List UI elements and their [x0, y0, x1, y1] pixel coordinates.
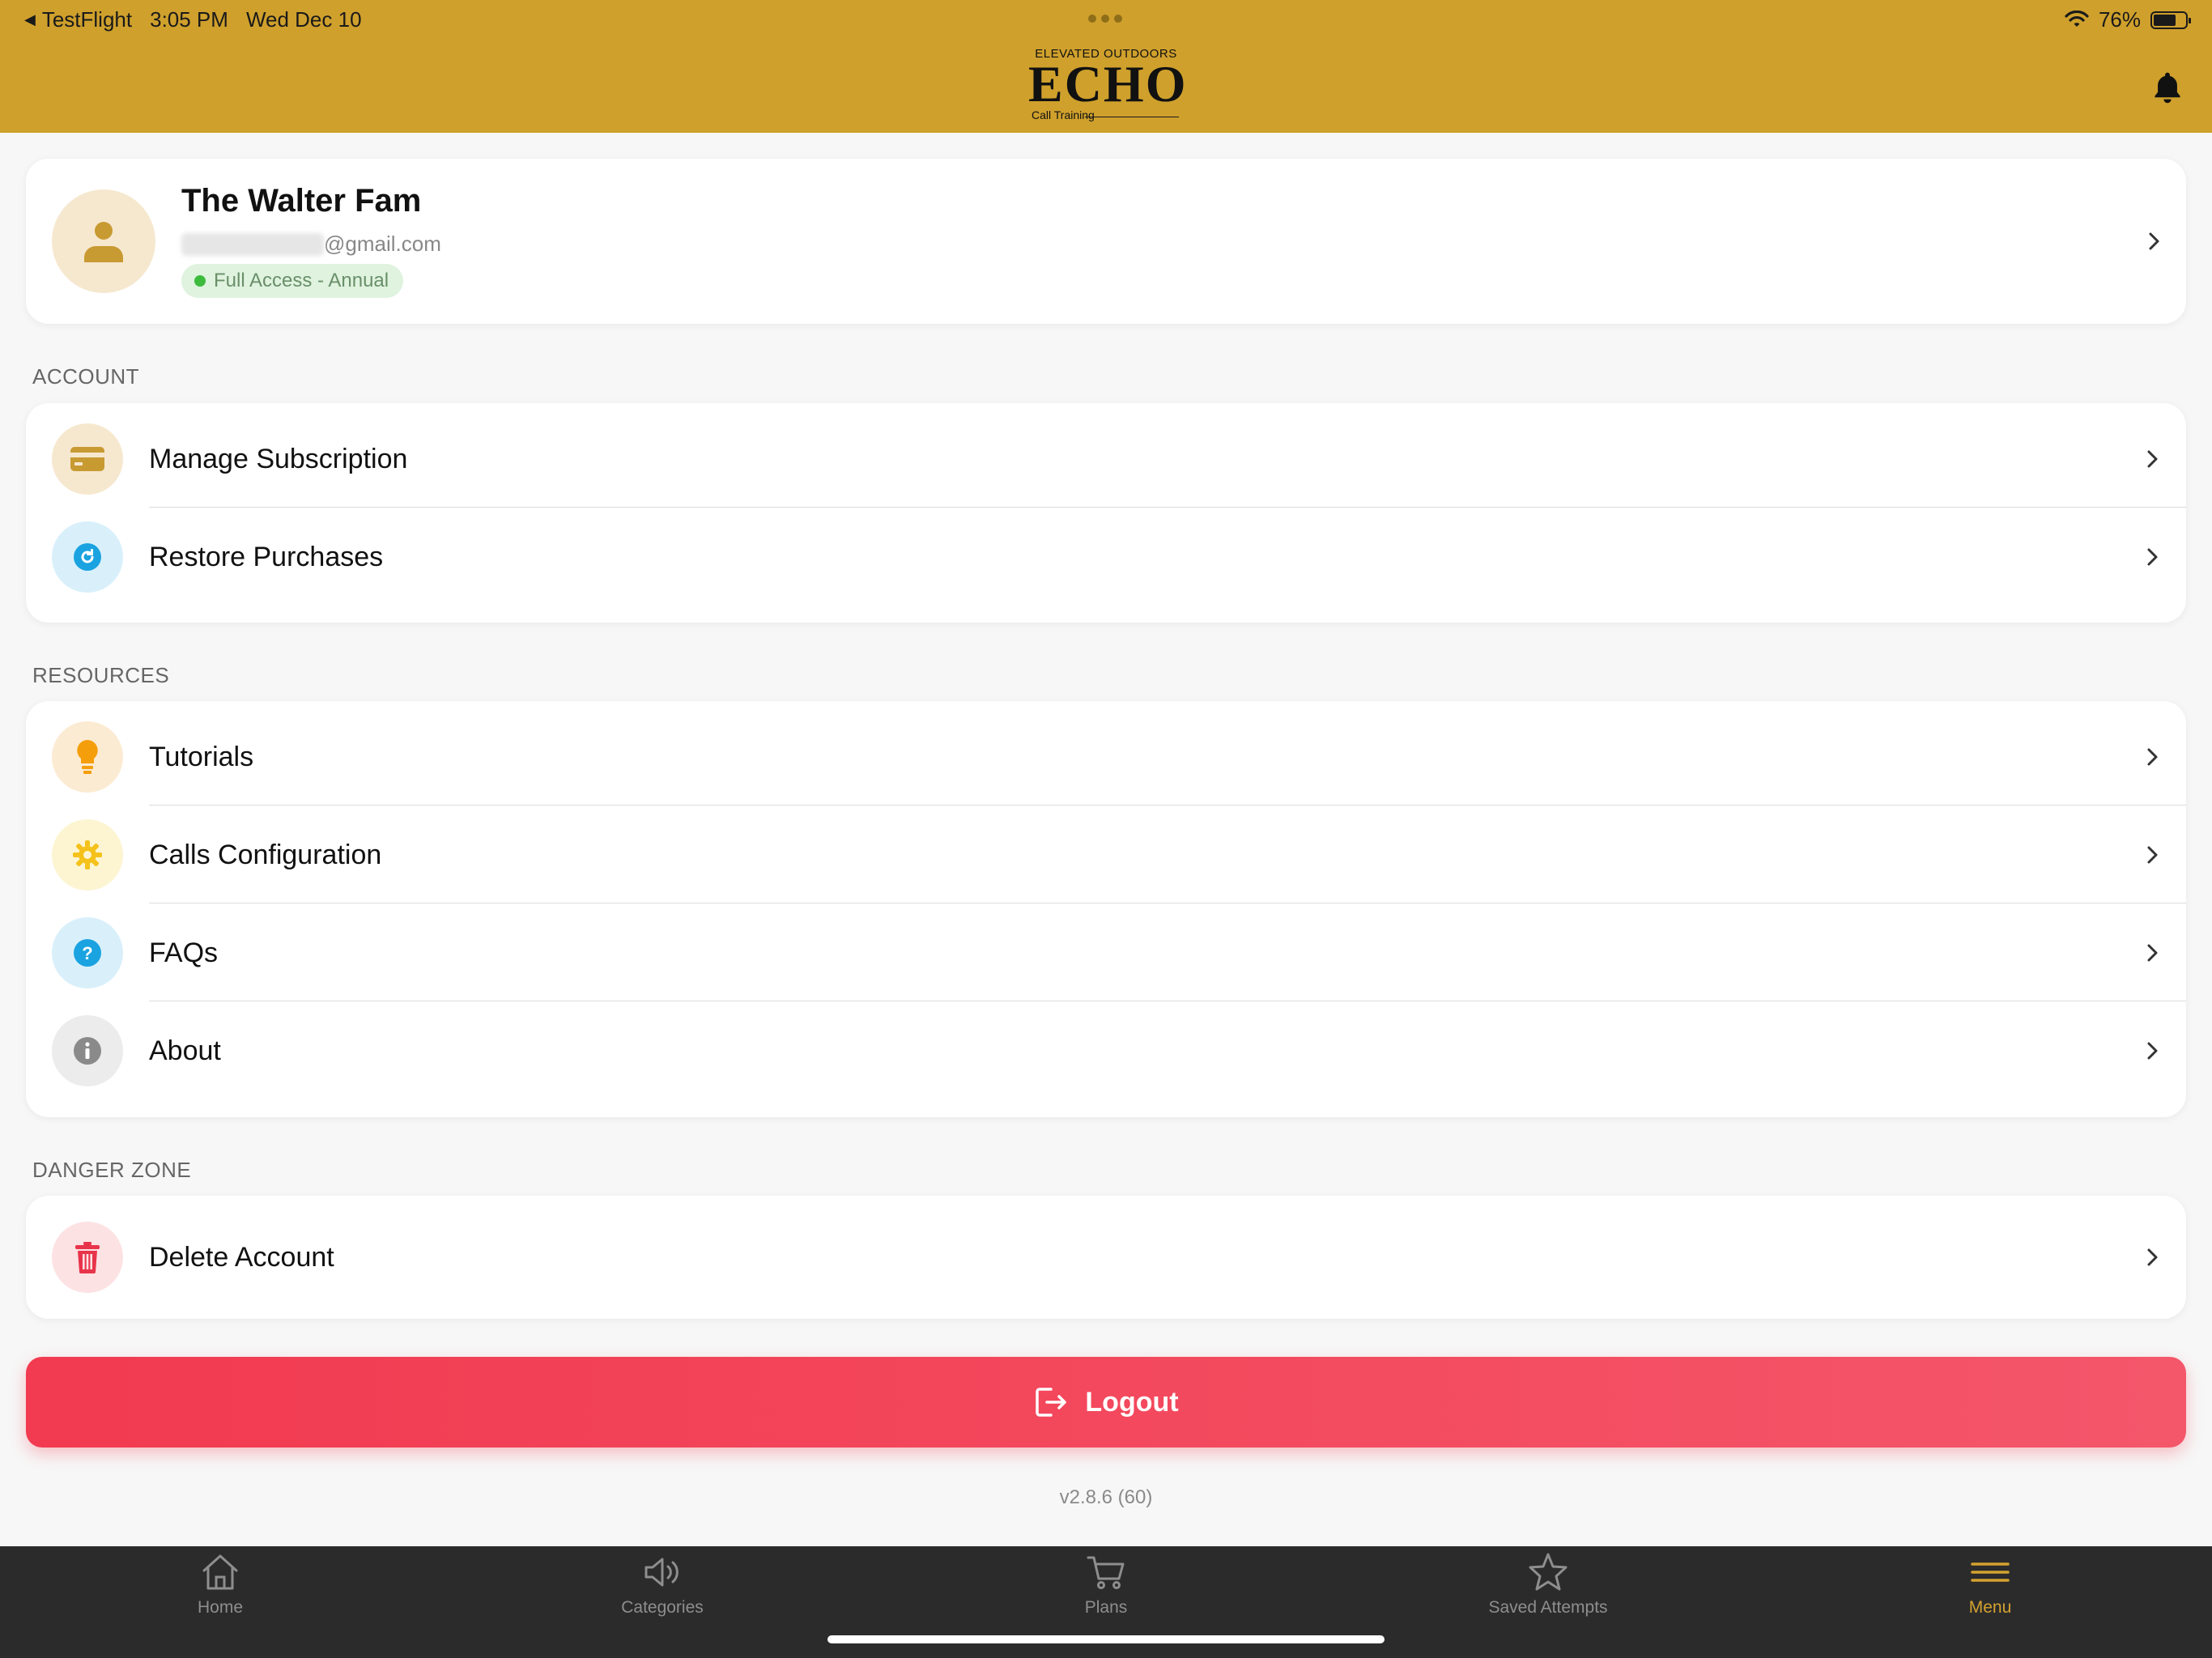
star-icon [1529, 1553, 1568, 1591]
status-bar: ◀ TestFlight 3:05 PM Wed Dec 10 76% [0, 0, 2212, 39]
menu-item-delete-account[interactable]: Delete Account [26, 1208, 2186, 1306]
multitasking-dots-icon[interactable] [1088, 15, 1122, 23]
tab-label: Home [197, 1598, 244, 1617]
avatar [52, 189, 155, 293]
status-time: 3:05 PM [150, 7, 228, 32]
menu-item-restore-purchases[interactable]: Restore Purchases [26, 508, 2186, 606]
back-app-label[interactable]: TestFlight [42, 7, 132, 32]
logo-main-text: ECHO [1028, 55, 1188, 113]
menu-item-label: Delete Account [149, 1242, 334, 1273]
redacted-email-local [181, 232, 324, 256]
chevron-right-icon [2147, 748, 2158, 766]
logout-icon [1036, 1388, 1067, 1417]
tab-saved-attempts[interactable]: Saved Attempts [1467, 1551, 1629, 1632]
tab-categories[interactable]: Categories [581, 1551, 743, 1632]
chevron-right-icon [2147, 1042, 2158, 1060]
app-version: v2.8.6 (60) [1059, 1486, 1153, 1508]
status-dot-icon [194, 275, 206, 287]
cart-icon [1087, 1556, 1125, 1589]
echo-logo: ELEVATED OUTDOORS ECHO Call Training [1028, 47, 1188, 125]
logout-button[interactable]: Logout [26, 1357, 2186, 1448]
status-right: 76% [2065, 7, 2191, 32]
home-indicator[interactable] [827, 1635, 1385, 1643]
tab-plans[interactable]: Plans [1025, 1551, 1187, 1632]
chevron-right-icon [2147, 450, 2158, 468]
section-title-danger-zone: DANGER ZONE [32, 1158, 192, 1182]
trash-icon [52, 1222, 123, 1293]
refresh-icon [52, 521, 123, 593]
resources-card: Tutorials Calls Configuration ? FAQs Abo… [26, 701, 2186, 1117]
menu-item-faqs[interactable]: ? FAQs [26, 903, 2186, 1001]
chevron-right-icon [2147, 944, 2158, 962]
menu-item-label: Tutorials [149, 742, 254, 772]
user-icon [84, 222, 123, 262]
chevron-right-icon [2147, 548, 2158, 566]
menu-item-label: Manage Subscription [149, 444, 408, 474]
battery-percent: 76% [2098, 7, 2141, 32]
email-domain: @gmail.com [324, 232, 441, 256]
logout-label: Logout [1085, 1386, 1179, 1418]
home-icon [202, 1554, 238, 1590]
menu-item-manage-subscription[interactable]: Manage Subscription [26, 410, 2186, 508]
profile-email: @gmail.com [181, 232, 441, 257]
tab-label: Categories [621, 1598, 704, 1617]
lightbulb-icon [52, 721, 123, 793]
chevron-right-icon [2149, 232, 2159, 250]
wifi-icon [2065, 10, 2089, 27]
battery-icon [2150, 11, 2191, 29]
menu-item-calls-configuration[interactable]: Calls Configuration [26, 806, 2186, 903]
app-header: ◀ TestFlight 3:05 PM Wed Dec 10 76% ELEV… [0, 0, 2212, 133]
speaker-icon [644, 1558, 678, 1587]
credit-card-icon [52, 423, 123, 495]
svg-text:?: ? [82, 943, 92, 963]
logo-bottom-text: Call Training [1032, 108, 1095, 121]
chevron-right-icon [2147, 846, 2158, 864]
profile-name: The Walter Fam [181, 183, 422, 219]
account-card: Manage Subscription Restore Purchases [26, 403, 2186, 623]
tab-menu[interactable]: Menu [1909, 1551, 2071, 1632]
tab-home[interactable]: Home [139, 1551, 301, 1632]
info-icon [52, 1015, 123, 1086]
question-icon: ? [52, 917, 123, 988]
menu-item-label: Calls Configuration [149, 840, 382, 870]
menu-item-tutorials[interactable]: Tutorials [26, 708, 2186, 806]
back-arrow-icon[interactable]: ◀ [24, 11, 36, 28]
status-date: Wed Dec 10 [245, 7, 362, 32]
gear-icon [52, 819, 123, 891]
tab-label: Menu [1968, 1598, 2012, 1617]
menu-item-label: Restore Purchases [149, 542, 384, 572]
danger-zone-card: Delete Account [26, 1196, 2186, 1319]
plan-label: Full Access - Annual [214, 270, 389, 291]
notification-bell-icon[interactable] [2150, 70, 2185, 105]
tab-label: Saved Attempts [1488, 1598, 1608, 1617]
menu-item-about[interactable]: About [26, 1001, 2186, 1099]
section-title-resources: RESOURCES [32, 663, 170, 687]
status-badge: Full Access - Annual [181, 264, 404, 298]
chevron-right-icon [2147, 1248, 2158, 1266]
tab-label: Plans [1084, 1598, 1128, 1617]
menu-icon [1971, 1562, 2010, 1582]
menu-item-label: FAQs [149, 937, 219, 968]
status-left[interactable]: ◀ TestFlight 3:05 PM Wed Dec 10 [24, 7, 362, 32]
section-title-account: ACCOUNT [32, 364, 140, 389]
menu-item-label: About [149, 1035, 221, 1066]
profile-card[interactable]: The Walter Fam @gmail.com Full Access - … [26, 159, 2186, 324]
